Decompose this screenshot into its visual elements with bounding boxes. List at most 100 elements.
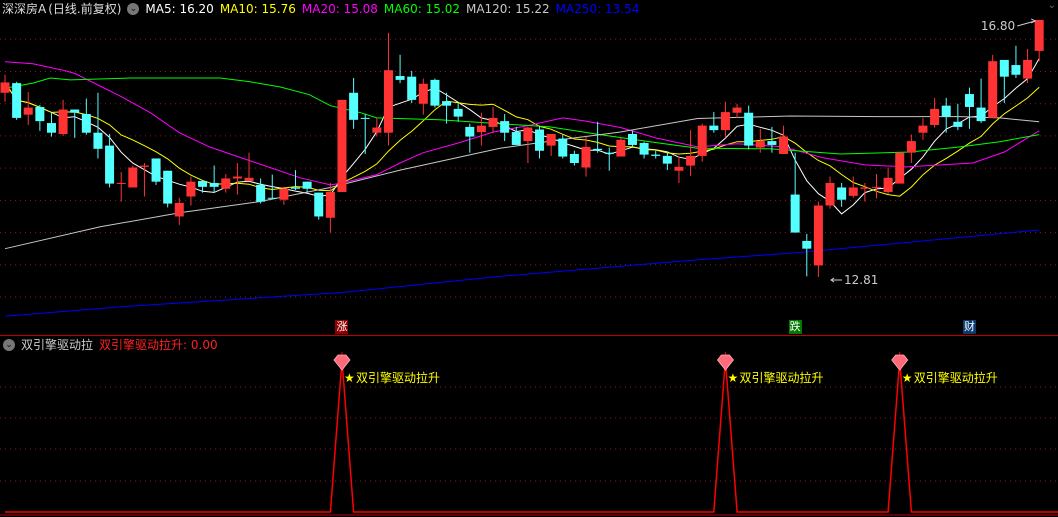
candle[interactable]	[395, 54, 405, 84]
candle[interactable]	[488, 106, 498, 133]
candle[interactable]	[813, 201, 823, 278]
candle[interactable]	[744, 105, 754, 150]
candle[interactable]	[918, 117, 928, 140]
candle[interactable]	[35, 105, 45, 131]
candle[interactable]	[81, 98, 91, 135]
candle[interactable]	[790, 152, 800, 233]
candle-body	[895, 152, 905, 184]
candle-body	[488, 117, 498, 127]
candle[interactable]	[639, 141, 649, 159]
candle[interactable]	[151, 158, 161, 185]
candle[interactable]	[186, 176, 196, 206]
candle[interactable]	[662, 152, 672, 171]
gem-icon	[891, 354, 909, 371]
candle[interactable]	[546, 134, 556, 156]
candle[interactable]	[535, 125, 545, 159]
candle[interactable]	[314, 192, 324, 220]
candle[interactable]	[1011, 45, 1021, 78]
candle[interactable]	[569, 150, 579, 166]
candle[interactable]	[895, 152, 905, 184]
event-marker[interactable]: 跌	[788, 320, 802, 334]
signal-marker[interactable]: ★ 双引擎驱动拉升	[716, 352, 823, 385]
candle[interactable]	[383, 32, 393, 146]
event-marker[interactable]: 涨	[335, 320, 349, 334]
candle[interactable]	[209, 165, 219, 192]
candle-body	[825, 182, 835, 206]
candle[interactable]	[825, 176, 835, 209]
candle[interactable]	[988, 54, 998, 118]
candle-body	[511, 132, 521, 145]
candle[interactable]	[930, 97, 940, 128]
candle[interactable]	[558, 134, 568, 159]
candle[interactable]	[1034, 19, 1044, 62]
candle[interactable]	[732, 103, 742, 118]
candle[interactable]	[221, 173, 231, 193]
candle[interactable]	[906, 134, 916, 163]
candle[interactable]	[256, 178, 266, 204]
signal-marker[interactable]: ★ 双引擎驱动拉升	[891, 352, 998, 385]
candle[interactable]	[593, 121, 603, 153]
candle[interactable]	[70, 109, 80, 138]
candle[interactable]	[116, 172, 126, 202]
candle[interactable]	[46, 112, 56, 137]
chevron-down-icon[interactable]: ⌄	[127, 3, 140, 15]
signal-marker[interactable]: ★ 双引擎驱动拉升	[333, 352, 440, 385]
candle[interactable]	[837, 182, 847, 207]
star-icon: ★	[727, 371, 738, 385]
candle[interactable]	[581, 136, 591, 177]
candle[interactable]	[407, 70, 417, 104]
candle[interactable]	[58, 99, 68, 136]
candle[interactable]	[651, 150, 661, 159]
candle-body	[883, 177, 893, 192]
candle[interactable]	[709, 112, 719, 133]
candle[interactable]	[802, 233, 812, 277]
candle-body	[81, 114, 91, 133]
candle[interactable]	[12, 81, 22, 120]
candle[interactable]	[23, 92, 33, 125]
candle[interactable]	[349, 77, 359, 129]
candle-body	[232, 176, 242, 179]
candle[interactable]	[418, 78, 428, 115]
candle-body	[779, 136, 789, 154]
candle-body	[872, 186, 881, 188]
candle[interactable]	[720, 101, 730, 138]
candle[interactable]	[976, 78, 986, 124]
candle[interactable]	[337, 99, 347, 192]
candle[interactable]	[0, 74, 10, 102]
candle[interactable]	[198, 181, 208, 193]
candle[interactable]	[128, 165, 138, 188]
ma-label-ma10: MA10: 15.76	[219, 2, 296, 16]
candle-body	[46, 123, 56, 133]
candle[interactable]	[476, 112, 486, 146]
candle[interactable]	[174, 197, 184, 225]
candle[interactable]	[302, 181, 312, 192]
ma-label-ma5: MA5: 16.20	[145, 2, 214, 16]
candle[interactable]	[627, 130, 637, 147]
candle[interactable]	[872, 173, 881, 199]
candle[interactable]	[279, 186, 289, 205]
candle[interactable]	[848, 176, 858, 198]
candle[interactable]	[430, 78, 440, 108]
candle[interactable]	[964, 87, 974, 129]
candle[interactable]	[604, 147, 614, 171]
collapse-chevron-icon[interactable]: ⌄	[1048, 0, 1056, 11]
candle-body	[372, 127, 382, 133]
candle[interactable]	[779, 125, 789, 154]
candle[interactable]	[1023, 48, 1033, 84]
candle[interactable]	[883, 167, 893, 194]
candle[interactable]	[453, 103, 463, 122]
event-marker[interactable]: 财	[962, 320, 976, 334]
high-arrow-icon	[1017, 18, 1037, 27]
candle[interactable]	[999, 59, 1009, 104]
candle[interactable]	[372, 118, 382, 137]
indicator-chart[interactable]: ★ 双引擎驱动拉升 ★ 双引擎驱动拉升 ★ 双引擎驱动拉升	[0, 336, 1058, 517]
candle[interactable]	[674, 156, 684, 183]
candle[interactable]	[697, 123, 707, 162]
candle[interactable]	[500, 114, 510, 142]
candle[interactable]	[360, 114, 370, 154]
candle-body	[325, 191, 335, 218]
price-chart[interactable]: 16.80 12.81	[0, 0, 1058, 335]
candle[interactable]	[163, 170, 173, 208]
candle[interactable]	[616, 137, 626, 157]
candle[interactable]	[244, 152, 254, 182]
